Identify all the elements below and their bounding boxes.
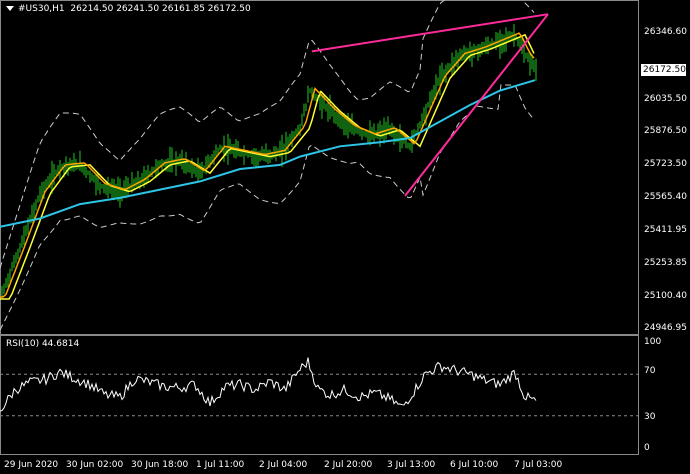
price-axis-label: 26346.60 bbox=[644, 27, 687, 37]
time-axis-label: 2 Jul 04:00 bbox=[259, 460, 308, 470]
price-axis-label: 25876.50 bbox=[644, 126, 687, 136]
ohlc-label: 26214.50 26241.50 26161.85 26172.50 bbox=[70, 4, 251, 14]
time-axis-label: 3 Jul 13:00 bbox=[387, 460, 436, 470]
rsi-chart bbox=[0, 357, 639, 417]
time-axis-label: 7 Jul 03:00 bbox=[514, 460, 563, 470]
wedge-upper-line bbox=[311, 13, 549, 53]
rsi-axis-label: 70 bbox=[644, 366, 656, 376]
price-chart bbox=[0, 0, 549, 331]
bollinger-lower bbox=[0, 84, 535, 331]
chart-window[interactable]: #US30,H1 26214.50 26241.50 26161.85 2617… bbox=[0, 0, 690, 474]
price-axis-label: 25100.40 bbox=[644, 291, 687, 301]
price-axis-label: 25411.95 bbox=[644, 225, 687, 235]
rsi-line bbox=[0, 357, 537, 412]
price-axis-label: 25565.40 bbox=[644, 192, 687, 202]
time-axis-label: 6 Jul 10:00 bbox=[450, 460, 499, 470]
rsi-axis-label: 30 bbox=[644, 412, 656, 422]
triangle-down-icon[interactable] bbox=[6, 6, 14, 11]
price-axis-label: 25723.50 bbox=[644, 159, 687, 169]
rsi-axis-label: 0 bbox=[644, 443, 650, 453]
current-price-tag: 26172.50 bbox=[641, 64, 686, 76]
symbol-label: #US30,H1 bbox=[18, 4, 65, 14]
price-axis-label: 24946.95 bbox=[644, 323, 687, 333]
chart-header: #US30,H1 26214.50 26241.50 26161.85 2617… bbox=[6, 4, 251, 14]
time-axis-label: 2 Jul 20:00 bbox=[324, 460, 373, 470]
rsi-header: RSI(10) 44.6814 bbox=[6, 339, 80, 349]
time-axis-label: 1 Jul 11:00 bbox=[196, 460, 245, 470]
price-axis-label: 26035.50 bbox=[644, 94, 687, 104]
time-axis-label: 29 Jun 2020 bbox=[4, 460, 59, 470]
time-axis-label: 30 Jun 18:00 bbox=[131, 460, 189, 470]
time-axis-label: 30 Jun 02:00 bbox=[66, 460, 124, 470]
price-axis-label: 25253.85 bbox=[644, 258, 687, 268]
rsi-axis-label: 100 bbox=[644, 337, 662, 347]
